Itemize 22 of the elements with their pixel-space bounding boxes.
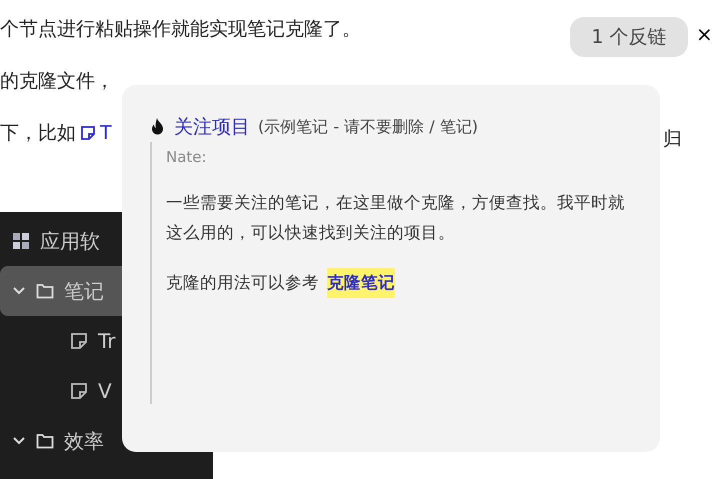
note-icon bbox=[70, 382, 88, 400]
sidebar-item[interactable]: Tr bbox=[0, 316, 213, 366]
backlinks-button[interactable]: 1 个反链 bbox=[570, 17, 688, 57]
paragraph-text: 的克隆文件， bbox=[0, 70, 114, 94]
folder-icon bbox=[36, 432, 54, 450]
grid-icon bbox=[12, 232, 30, 250]
paragraph-text: 归 bbox=[663, 128, 682, 151]
note-icon bbox=[70, 332, 88, 350]
note-icon bbox=[80, 125, 96, 142]
author-label: Nate: bbox=[166, 146, 208, 168]
note-path: (示例笔记 - 请不要删除 / 笔记) bbox=[258, 116, 478, 138]
paragraph-text: 个节点进行粘贴操作就能实现笔记克隆了。 bbox=[0, 18, 361, 42]
note-link[interactable]: T bbox=[100, 122, 112, 145]
close-button[interactable]: × bbox=[692, 24, 717, 44]
clone-note-link[interactable]: 克隆笔记 bbox=[327, 268, 395, 298]
folder-icon bbox=[36, 282, 54, 300]
sidebar-item[interactable]: V bbox=[0, 366, 213, 416]
flame-icon bbox=[150, 118, 166, 136]
paragraph-text: 下，比如 bbox=[0, 122, 76, 145]
sidebar-item[interactable]: 效率 bbox=[0, 416, 213, 466]
paragraph-text: 一些需要关注的笔记，在这里做个克隆，方便查找。我平时就这么用的，可以快速找到关注的项目。 bbox=[166, 192, 626, 244]
note-title-link[interactable]: 关注项目 bbox=[174, 113, 250, 142]
